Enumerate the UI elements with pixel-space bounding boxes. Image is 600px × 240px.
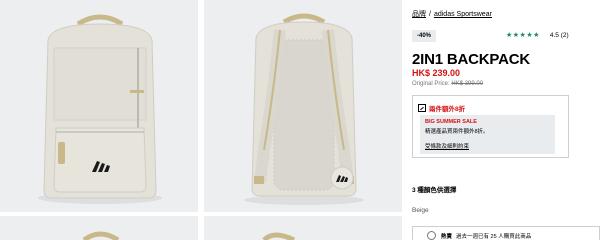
backpack-thumbnail-3[interactable] bbox=[0, 216, 198, 240]
original-price: Original Price: HK$ 399.00 bbox=[412, 81, 483, 87]
promo-details: BIG SUMMER SALE 精選產品買兩件額外8折。 受條款及細則約束 bbox=[420, 115, 555, 154]
product-gallery bbox=[0, 0, 402, 240]
breadcrumb-current[interactable]: adidas Sportswear bbox=[434, 11, 492, 18]
promo-header: 兩件額外8折 bbox=[418, 103, 465, 113]
sale-price: HK$ 239.00 bbox=[412, 68, 461, 78]
backpack-back-icon bbox=[204, 0, 402, 212]
colors-available-label: 3 種顏色供選擇 bbox=[412, 187, 457, 194]
tag-icon bbox=[418, 104, 426, 112]
promo-box: 兩件額外8折 BIG SUMMER SALE 精選產品買兩件額外8折。 受條款及… bbox=[412, 95, 569, 158]
backpack-front-icon bbox=[0, 0, 198, 212]
promo-title: 兩件額外8折 bbox=[429, 106, 466, 113]
product-title: 2IN1 BACKPACK bbox=[412, 51, 530, 68]
flame-icon bbox=[427, 231, 436, 240]
promo-terms-link[interactable]: 受條款及細則約束 bbox=[425, 142, 550, 150]
trending-label: 熱賣 bbox=[441, 234, 453, 240]
trending-text: 熱賣 過去一週已有 25 人購買此商品 bbox=[441, 232, 531, 240]
rating-value: 4.5 (2) bbox=[549, 31, 569, 39]
backpack-front-image[interactable] bbox=[0, 0, 198, 212]
backpack-back-image[interactable] bbox=[204, 0, 402, 212]
selected-color-name: Beige bbox=[412, 207, 429, 214]
review-count: (2) bbox=[560, 31, 569, 39]
rating-stars-icon: ★★★★★ bbox=[506, 31, 540, 39]
promo-headline: BIG SUMMER SALE bbox=[425, 119, 477, 125]
product-info-panel: 品牌 / adidas Sportswear -40% ★★★★★ 4.5 (2) … bbox=[412, 0, 600, 240]
breadcrumb: 品牌 / adidas Sportswear bbox=[412, 9, 492, 19]
backpack-thumbnail-4[interactable] bbox=[204, 216, 402, 240]
product-rating[interactable]: ★★★★★ 4.5 (2) bbox=[506, 31, 569, 39]
original-price-value: HK$ 399.00 bbox=[451, 81, 484, 87]
original-price-label: Original Price: bbox=[412, 81, 450, 87]
backpack-strap-icon bbox=[0, 216, 198, 240]
breadcrumb-separator: / bbox=[429, 11, 431, 18]
breadcrumb-brand-link[interactable]: 品牌 bbox=[412, 11, 426, 18]
backpack-strap-icon bbox=[204, 216, 402, 240]
trending-description: 過去一週已有 25 人購買此商品 bbox=[456, 234, 532, 240]
discount-badge: -40% bbox=[412, 30, 437, 42]
trending-banner: 熱賣 過去一週已有 25 人購買此商品 bbox=[412, 226, 600, 240]
promo-description: 精選產品買兩件額外8折。 bbox=[425, 129, 489, 135]
